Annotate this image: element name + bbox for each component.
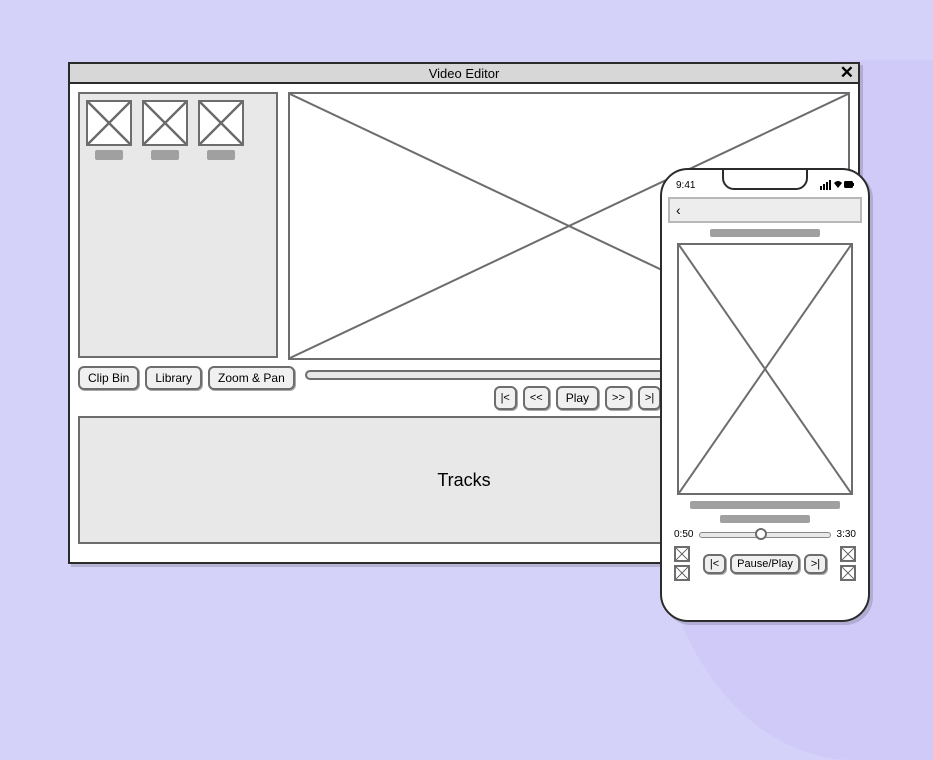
tab-zoom-pan[interactable]: Zoom & Pan bbox=[208, 366, 295, 390]
tracks-label: Tracks bbox=[437, 470, 490, 491]
slider-knob[interactable] bbox=[755, 528, 767, 540]
window-title: Video Editor bbox=[429, 66, 500, 81]
go-end-button[interactable]: >| bbox=[638, 386, 661, 410]
phone-transport: |< Pause/Play >| bbox=[703, 554, 827, 574]
clip-item[interactable] bbox=[142, 100, 188, 350]
phone-media-canvas[interactable] bbox=[677, 243, 853, 495]
play-button[interactable]: Play bbox=[556, 386, 599, 410]
image-placeholder-icon bbox=[86, 100, 132, 146]
time-start: 0:50 bbox=[674, 529, 693, 540]
titlebar[interactable]: Video Editor ✕ bbox=[70, 64, 858, 84]
clip-item[interactable] bbox=[198, 100, 244, 350]
forward-button[interactable]: >> bbox=[605, 386, 632, 410]
image-placeholder-icon[interactable] bbox=[674, 565, 690, 581]
prev-button[interactable]: |< bbox=[703, 554, 726, 574]
time-end: 3:30 bbox=[837, 529, 856, 540]
go-start-button[interactable]: |< bbox=[494, 386, 517, 410]
image-placeholder-icon bbox=[679, 245, 851, 493]
status-icons bbox=[820, 180, 854, 193]
phone-notch bbox=[722, 170, 808, 190]
tab-library[interactable]: Library bbox=[145, 366, 202, 390]
title-placeholder bbox=[710, 229, 820, 237]
image-placeholder-icon[interactable] bbox=[840, 546, 856, 562]
clip-label-placeholder bbox=[207, 150, 235, 160]
rewind-button[interactable]: << bbox=[523, 386, 550, 410]
clip-bin-panel bbox=[78, 92, 278, 358]
clip-label-placeholder bbox=[151, 150, 179, 160]
next-button[interactable]: >| bbox=[804, 554, 827, 574]
phone-mockup: 9:41 ‹ 0:50 3:30 bbox=[660, 168, 870, 622]
image-placeholder-icon[interactable] bbox=[840, 565, 856, 581]
back-icon[interactable]: ‹ bbox=[676, 202, 681, 218]
signal-wifi-battery-icon bbox=[820, 180, 854, 190]
phone-scrubber[interactable] bbox=[699, 532, 830, 538]
image-placeholder-icon[interactable] bbox=[674, 546, 690, 562]
tab-clip-bin[interactable]: Clip Bin bbox=[78, 366, 139, 390]
image-placeholder-icon bbox=[198, 100, 244, 146]
clip-item[interactable] bbox=[86, 100, 132, 350]
status-time: 9:41 bbox=[676, 180, 695, 193]
bin-tabbar: Clip Bin Library Zoom & Pan bbox=[78, 366, 295, 390]
subtitle-placeholder bbox=[690, 501, 840, 509]
image-placeholder-icon bbox=[142, 100, 188, 146]
transport-controls: |< << Play >> >| bbox=[494, 386, 662, 410]
caption-placeholder bbox=[720, 515, 810, 523]
close-icon[interactable]: ✕ bbox=[840, 64, 854, 82]
pause-play-button[interactable]: Pause/Play bbox=[730, 554, 800, 574]
phone-header: ‹ bbox=[668, 197, 862, 223]
clip-label-placeholder bbox=[95, 150, 123, 160]
